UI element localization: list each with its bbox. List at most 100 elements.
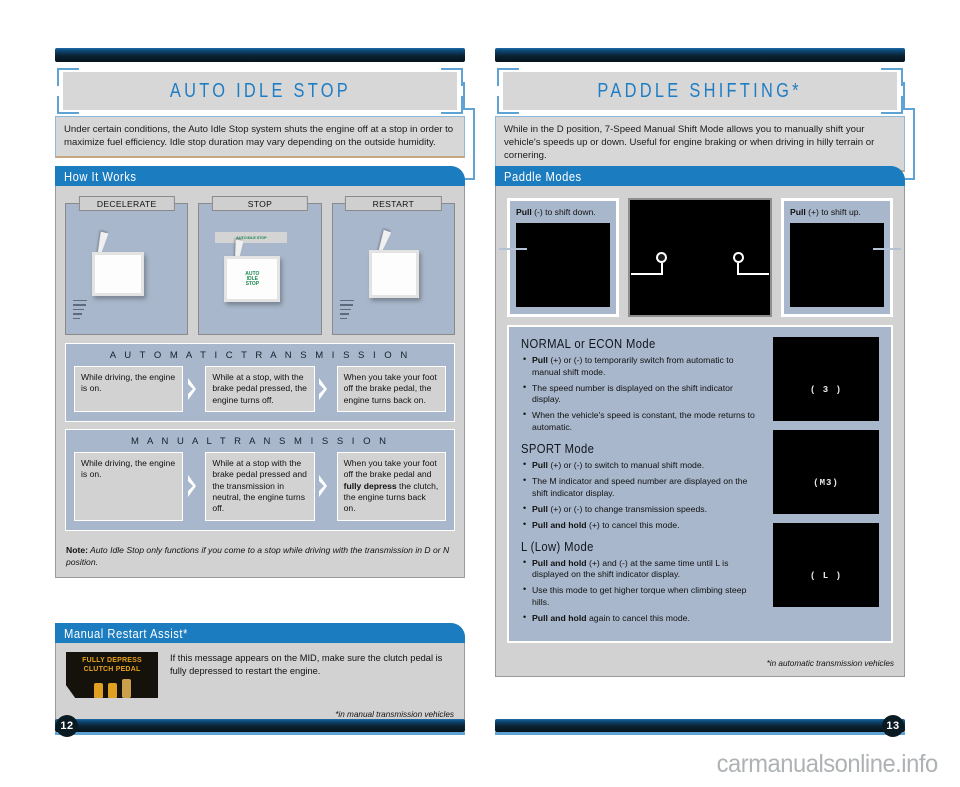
mode-heading-label: NORMAL or ECON Mode <box>521 337 656 352</box>
mode-heading-label: SPORT Mode <box>521 442 595 457</box>
mid-message-line1: FULLY DEPRESS <box>82 657 142 664</box>
paddle-minus-connector <box>499 248 527 250</box>
flow-step: When you take your foot off the brake pe… <box>336 452 446 521</box>
shift-indicator-sport: (M3) <box>773 430 879 515</box>
mode-heading-normal-econ: NORMAL or ECON Mode <box>521 337 763 351</box>
page-number-right: 13 <box>882 715 904 737</box>
manual-restart-assist-header-label: Manual Restart Assist* <box>64 625 188 641</box>
shift-indicator-value: ( 3 ) <box>809 385 843 396</box>
bullet-strong: Pull and hold <box>532 558 587 568</box>
flow-row: While driving, the engine is on. While a… <box>74 366 446 413</box>
flow-arrow-icon <box>183 452 205 521</box>
list-item: Pull (+) or (-) to temporarily switch fr… <box>523 354 763 378</box>
mid-strip-text: AUTO IDLE STOP <box>236 235 267 240</box>
mode-bullets-low: Pull and hold (+) and (-) at the same ti… <box>523 557 763 624</box>
bullet-strong: Pull and hold <box>532 612 587 623</box>
bullet-rest: (+) or (-) to change transmission speeds… <box>547 503 708 514</box>
how-it-works-body: DECELERATE STOP AUTO IDLE STOP AUTO IDLE… <box>55 186 465 579</box>
list-item: When the vehicle's speed is constant, th… <box>523 409 763 433</box>
gauge-cell-stop: STOP AUTO IDLE STOP AUTO IDLE STOP <box>198 196 322 335</box>
modes-text-column: NORMAL or ECON Mode Pull (+) or (-) to t… <box>521 337 773 629</box>
mid-message-icon: FULLY DEPRESS CLUTCH PEDAL <box>66 652 158 698</box>
right-page: PADDLE SHIFTING* While in the D position… <box>495 0 940 787</box>
paddle-downshift-caption-strong: Pull <box>516 207 532 217</box>
bracket-corner-icon <box>497 96 499 114</box>
bottom-underline-right <box>495 732 905 735</box>
bullet-rest: again to cancel this mode. <box>586 612 690 623</box>
right-title-block: PADDLE SHIFTING* <box>495 68 915 180</box>
bullet-rest: When the vehicle's speed is constant, th… <box>532 410 755 432</box>
bullet-rest: Use this mode to get higher torque when … <box>532 585 747 607</box>
modes-block: NORMAL or ECON Mode Pull (+) or (-) to t… <box>507 325 893 643</box>
gauge-box: AUTO IDLE STOP AUTO IDLE STOP <box>198 203 322 335</box>
paddle-upshift-caption-strong: Pull <box>790 207 806 217</box>
page-title: PADDLE SHIFTING* <box>597 79 803 102</box>
gauge-ticks-icon <box>73 299 87 323</box>
gauge-illustration-row: DECELERATE STOP AUTO IDLE STOP AUTO IDLE… <box>56 186 464 343</box>
bracket-corner-icon <box>57 112 79 114</box>
list-item: Use this mode to get higher torque when … <box>523 584 763 608</box>
flow-step: While driving, the engine is on. <box>74 366 184 413</box>
clutch-pedal-icon <box>93 682 103 698</box>
bullet-rest: (+) to cancel this mode. <box>586 519 680 530</box>
bullet-rest: The speed number is displayed on the shi… <box>532 382 733 405</box>
paddle-upshift-caption-rest: (+) to shift up. <box>805 207 861 217</box>
paddle-upshift-card: Pull (+) to shift up. <box>781 198 893 318</box>
list-item: Pull and hold (+) to cancel this mode. <box>523 518 763 531</box>
mid-strip-icon: AUTO IDLE STOP <box>215 232 288 243</box>
note-label: Note: <box>66 544 88 555</box>
bracket-corner-icon <box>57 68 79 70</box>
manual-spread: AUTO IDLE STOP Under certain conditions,… <box>0 0 960 787</box>
paddle-photos-row: Pull (-) to shift down. Pull (+) to shif… <box>496 186 904 325</box>
bracket-corner-icon <box>441 112 463 114</box>
bracket-corner-icon <box>497 68 519 70</box>
flow-step: While at a stop, with the brake pedal pr… <box>205 366 315 413</box>
bracket-corner-icon <box>881 68 903 70</box>
bullet-rest: (+) or (-) to temporarily switch from au… <box>532 355 734 377</box>
manual-restart-assist-header: Manual Restart Assist* <box>55 623 465 643</box>
mra-body-text: If this message appears on the MID, make… <box>170 653 443 677</box>
flow-arrow-icon <box>315 452 337 521</box>
mode-heading-low: L (Low) Mode <box>521 540 763 554</box>
paddle-downshift-caption: Pull (-) to shift down. <box>516 207 610 218</box>
list-item: Pull (+) or (-) to switch to manual shif… <box>523 459 763 471</box>
bottom-rule-left <box>55 719 465 732</box>
gauge-cell-restart: RESTART <box>331 196 455 335</box>
flow-step: While driving, the engine is on. <box>74 452 184 521</box>
page-title-plate: PADDLE SHIFTING* <box>503 72 897 110</box>
gauge-ticks-icon <box>339 299 354 323</box>
flow-row: While driving, the engine is on. While a… <box>74 452 446 521</box>
paddle-upshift-caption: Pull (+) to shift up. <box>790 207 884 218</box>
paddle-modes-panel: Paddle Modes Pull (-) to shift down. Pul… <box>495 166 905 677</box>
mra-content-row: FULLY DEPRESS CLUTCH PEDAL If this messa… <box>56 643 464 704</box>
brake-pedal-icon <box>107 682 117 698</box>
bullet-strong: Pull and hold <box>532 519 587 530</box>
gauge-tab-label: RESTART <box>345 196 442 211</box>
auto-idle-stop-note: Note: Auto Idle Stop only functions if y… <box>56 538 464 578</box>
paddle-downshift-caption-rest: (-) to shift down. <box>531 207 596 217</box>
shift-indicator-value: (M3) <box>813 478 839 489</box>
transmission-flows: A U T O M A T I C T R A N S M I S S I O … <box>56 343 464 531</box>
watermark: carmanualsonline.info <box>716 750 939 778</box>
bracket-corner-icon <box>57 68 59 86</box>
automatic-transmission-flow: A U T O M A T I C T R A N S M I S S I O … <box>65 343 455 423</box>
gauge-box <box>65 203 189 335</box>
page-number-left: 12 <box>56 715 78 737</box>
bracket-corner-icon <box>441 68 463 70</box>
flow-step: When you take your foot off the brake pe… <box>336 366 446 413</box>
page-title-plate: AUTO IDLE STOP <box>63 72 457 110</box>
list-item: Pull and hold again to cancel this mode. <box>523 612 763 624</box>
gauge-box <box>331 203 455 335</box>
manual-restart-assist-body: FULLY DEPRESS CLUTCH PEDAL If this messa… <box>55 643 465 728</box>
bullet-rest: (+) or (-) to switch to manual shift mod… <box>547 460 705 471</box>
bracket-connector <box>473 108 475 180</box>
mode-heading-label: L (Low) Mode <box>521 540 594 554</box>
bullet-strong: Pull <box>532 355 548 366</box>
top-rule-right <box>495 48 905 62</box>
paddle-modes-footnote: *in automatic transmission vehicles <box>766 658 894 668</box>
bracket-corner-icon <box>497 68 499 86</box>
how-it-works-header: How It Works <box>55 166 465 186</box>
bullet-rest: The M indicator and speed number are dis… <box>532 476 748 498</box>
paddle-plus-lead <box>737 273 769 275</box>
bullet-strong: Pull <box>532 503 548 514</box>
